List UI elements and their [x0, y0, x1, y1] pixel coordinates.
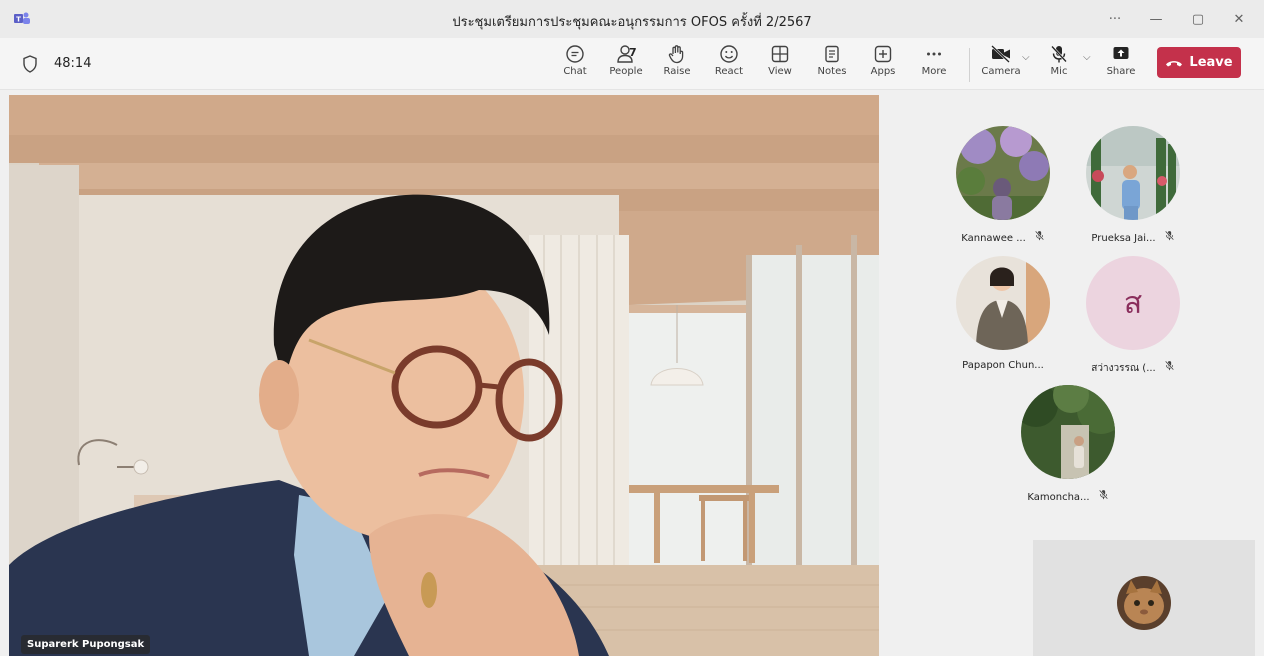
- camera-label: Camera: [981, 66, 1021, 77]
- participant-tile[interactable]: Kannawee ...: [938, 126, 1068, 256]
- view-button[interactable]: View: [757, 44, 803, 86]
- raise-hand-button[interactable]: Raise: [654, 44, 700, 86]
- camera-options-chevron-icon[interactable]: ⌵: [1022, 52, 1030, 63]
- avatar: [956, 126, 1050, 220]
- chat-label: Chat: [563, 66, 587, 77]
- react-button[interactable]: React: [706, 44, 752, 86]
- grid-view-icon: [771, 45, 789, 63]
- notes-icon: [825, 45, 839, 63]
- mic-label: Mic: [1050, 66, 1068, 77]
- toolbar-divider: [969, 48, 970, 82]
- speaker-video-frame: [9, 95, 879, 656]
- participant-tile[interactable]: Kamoncha...: [1003, 385, 1133, 515]
- mic-off-icon: [1051, 45, 1067, 63]
- mic-off-icon: [1034, 230, 1045, 244]
- participant-name: Kannawee ...: [938, 230, 1068, 244]
- mic-off-icon: [1164, 360, 1175, 374]
- participant-tile[interactable]: Prueksa Jai...: [1068, 126, 1198, 256]
- minimize-button[interactable]: —: [1141, 8, 1171, 30]
- people-count-badge: 7: [629, 46, 637, 59]
- mic-options-chevron-icon[interactable]: ⌵: [1083, 52, 1091, 63]
- share-button[interactable]: Share: [1098, 44, 1144, 86]
- close-window-button[interactable]: ✕: [1224, 8, 1254, 30]
- participant-tile[interactable]: Papapon Chun...: [938, 256, 1068, 386]
- shield-icon: [23, 55, 37, 73]
- mic-off-icon: [1098, 489, 1109, 503]
- people-button[interactable]: 7 People: [603, 44, 649, 86]
- leave-button[interactable]: Leave: [1157, 47, 1241, 78]
- people-label: People: [609, 66, 643, 77]
- hang-up-icon: [1166, 60, 1183, 66]
- share-label: Share: [1106, 66, 1136, 77]
- title-bar: T ประชุมเตรียมการประชุมคณะอนุกรรมการ OFO…: [0, 0, 1264, 38]
- meeting-toolbar: 48:14 Chat 7 People Raise React View Not…: [0, 38, 1264, 90]
- view-label: View: [768, 66, 792, 77]
- window-title: ประชุมเตรียมการประชุมคณะอนุกรรมการ OFOS …: [452, 15, 812, 30]
- apps-button[interactable]: Apps: [860, 44, 906, 86]
- participant-name: Kamoncha...: [1003, 489, 1133, 503]
- more-label: More: [921, 66, 947, 77]
- mic-button[interactable]: Mic: [1036, 44, 1082, 86]
- raise-label: Raise: [663, 66, 691, 77]
- apps-label: Apps: [870, 66, 896, 77]
- more-button[interactable]: More: [911, 44, 957, 86]
- avatar-initial: ส: [1086, 256, 1180, 350]
- participant-name: สว่างวรรณ (...: [1068, 360, 1198, 376]
- main-video[interactable]: Suparerk Pupongsak: [9, 95, 879, 656]
- self-preview-tile[interactable]: [1033, 540, 1255, 656]
- leave-label: Leave: [1189, 55, 1233, 70]
- add-app-icon: [874, 45, 892, 63]
- notes-label: Notes: [817, 66, 847, 77]
- chat-button[interactable]: Chat: [552, 44, 598, 86]
- hand-icon: [668, 45, 684, 64]
- participant-name: Papapon Chun...: [962, 360, 1044, 371]
- react-label: React: [714, 66, 744, 77]
- avatar: [956, 256, 1050, 350]
- restore-button[interactable]: ▢: [1183, 8, 1213, 30]
- chat-icon: [566, 45, 584, 63]
- speaker-name-tag: Suparerk Pupongsak: [21, 635, 151, 654]
- meeting-timer: 48:14: [54, 56, 92, 71]
- notes-button[interactable]: Notes: [809, 44, 855, 86]
- camera-button[interactable]: Camera: [978, 44, 1024, 86]
- participant-tile[interactable]: ส สว่างวรรณ (...: [1068, 256, 1198, 386]
- window-more-button[interactable]: ···: [1100, 8, 1130, 30]
- more-icon: [927, 52, 941, 56]
- self-avatar: [1117, 576, 1171, 630]
- participant-name: Prueksa Jai...: [1068, 230, 1198, 244]
- share-screen-icon: [1113, 47, 1129, 59]
- mic-off-icon: [1164, 230, 1175, 244]
- smiley-icon: [720, 45, 738, 63]
- avatar: [1086, 126, 1180, 220]
- avatar: [1021, 385, 1115, 479]
- camera-off-icon: [991, 45, 1010, 63]
